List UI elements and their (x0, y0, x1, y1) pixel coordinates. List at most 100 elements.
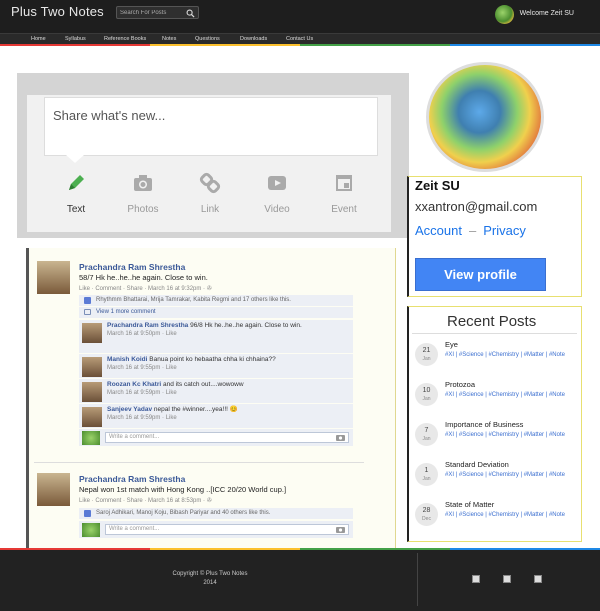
recent-post-tags[interactable]: #XI | #Science | #Chemistry | #Matter | … (445, 351, 573, 359)
share-event-label: Event (331, 204, 357, 215)
share-photos-button[interactable]: Photos (116, 172, 170, 215)
comment-item: Manish Koidi Banua point ko hebaatha chh… (79, 354, 353, 378)
post-month: Jan (422, 476, 431, 482)
write-comment-placeholder: Write a comment... (109, 526, 160, 532)
post-date-badge: 28 Dec (415, 503, 438, 526)
social-icon[interactable] (503, 575, 511, 583)
recent-post-tags[interactable]: #XI | #Science | #Chemistry | #Matter | … (445, 431, 573, 439)
calendar-icon (336, 175, 352, 191)
nav-questions[interactable]: Questions (195, 36, 220, 42)
post-month: Jan (422, 356, 431, 362)
comment-author[interactable]: Manish Koidi (107, 356, 147, 363)
recent-post-tags[interactable]: #XI | #Science | #Chemistry | #Matter | … (445, 471, 573, 479)
recent-post-title[interactable]: Importance of Business (445, 420, 523, 429)
nav-syllabus[interactable]: Syllabus (65, 36, 86, 42)
nav-notes[interactable]: Notes (162, 36, 176, 42)
social-icon[interactable] (472, 575, 480, 583)
profile-photo[interactable] (426, 62, 544, 172)
search-input[interactable] (120, 8, 186, 18)
post-day: 7 (424, 427, 429, 434)
post-likes[interactable]: Saroj Adhikari, Manoj Koju, Bibash Pariy… (79, 508, 353, 519)
post-author-avatar[interactable] (37, 473, 70, 506)
social-icon[interactable] (534, 575, 542, 583)
recent-post-tags[interactable]: #XI | #Science | #Chemistry | #Matter | … (445, 511, 573, 519)
link-icon (199, 172, 221, 194)
comment-item: Prachandra Ram Shrestha 96/8 Hk he..he..… (79, 320, 353, 353)
recent-post-item[interactable]: 21 Jan Eye #XI | #Science | #Chemistry | … (412, 340, 577, 376)
write-comment-row: Write a comment... (79, 429, 353, 446)
search-icon[interactable] (186, 9, 195, 18)
search-box[interactable] (116, 6, 199, 19)
profile-links: Account – Privacy (415, 223, 526, 238)
comment-text: Banua point ko hebaatha chha ki chhaina?… (149, 356, 276, 363)
share-prompt[interactable]: Share what's new... (53, 108, 165, 123)
share-text-label: Text (66, 204, 86, 215)
write-comment-placeholder: Write a comment... (109, 434, 160, 440)
view-more-comments[interactable]: View 1 more comment (79, 307, 353, 318)
recent-posts-title: Recent Posts (447, 313, 537, 330)
write-comment-row: Write a comment... (79, 521, 353, 538)
site-title[interactable]: Plus Two Notes (11, 4, 104, 19)
recent-post-title[interactable]: Eye (445, 340, 458, 349)
comment-avatar[interactable] (82, 323, 102, 343)
recent-post-tags[interactable]: #XI | #Science | #Chemistry | #Matter | … (445, 391, 573, 399)
recent-posts-divider (412, 333, 577, 334)
copyright: Copyright © Plus Two Notes 2014 (160, 570, 260, 588)
comment-meta[interactable]: March 16 at 9:59pm · Like (107, 415, 177, 421)
profile-email: xxantron@gmail.com (415, 199, 538, 214)
recent-post-title[interactable]: Protozoa (445, 380, 475, 389)
post-author-avatar[interactable] (37, 261, 70, 294)
comment-meta[interactable]: March 16 at 9:59pm · Like (107, 390, 177, 396)
recent-post-title[interactable]: State of Matter (445, 500, 494, 509)
copyright-year: 2014 (203, 580, 217, 586)
post-author[interactable]: Prachandra Ram Shrestha (79, 262, 185, 272)
nav-home[interactable]: Home (31, 36, 46, 42)
write-comment-input[interactable]: Write a comment... (105, 432, 349, 443)
top-bar: Plus Two Notes Welcome Zeit SU (0, 0, 600, 33)
camera-icon[interactable] (336, 526, 345, 533)
share-link-button[interactable]: Link (183, 172, 237, 215)
comment-avatar[interactable] (82, 357, 102, 377)
share-video-button[interactable]: Video (250, 172, 304, 215)
post-text: 58/7 Hk he..he..he again. Close to win. (79, 273, 208, 282)
nav-downloads[interactable]: Downloads (240, 36, 267, 42)
share-input[interactable] (44, 97, 378, 156)
share-notch (66, 155, 84, 163)
recent-post-item[interactable]: 1 Jan Standard Deviation #XI | #Science |… (412, 460, 577, 496)
comment-text: 96/8 Hk he..he..he again. Close to win. (190, 322, 302, 329)
comment-author[interactable]: Roozan Kc Khatri (107, 381, 161, 388)
post-likes-text: Saroj Adhikari, Manoj Koju, Bibash Pariy… (96, 510, 271, 516)
comment-item: Sanjeev Yadav nepal the #winner....yea!!… (79, 404, 353, 428)
share-link-label: Link (200, 204, 220, 215)
camera-icon[interactable] (336, 434, 345, 441)
comment-meta[interactable]: March 16 at 9:55pm · Like (107, 365, 177, 371)
view-profile-button[interactable]: View profile (415, 258, 546, 291)
account-link[interactable]: Account (415, 223, 462, 238)
nav-reference-books[interactable]: Reference Books (104, 36, 146, 42)
privacy-link[interactable]: Privacy (483, 223, 526, 238)
thumbs-up-icon (84, 297, 91, 304)
comment-author[interactable]: Prachandra Ram Shrestha (107, 322, 188, 329)
profile-name: Zeit SU (415, 178, 460, 193)
comment-avatar[interactable] (82, 407, 102, 427)
post-month: Jan (422, 436, 431, 442)
post-meta[interactable]: Like · Comment · Share · March 16 at 8:5… (79, 497, 212, 504)
post-divider (34, 462, 364, 463)
comment-avatar[interactable] (82, 382, 102, 402)
share-text-button[interactable]: Text (49, 172, 103, 215)
user-avatar[interactable] (495, 5, 514, 24)
comment-author[interactable]: Sanjeev Yadav (107, 406, 152, 413)
recent-post-item[interactable]: 10 Jan Protozoa #XI | #Science | #Chemist… (412, 380, 577, 416)
comment-meta[interactable]: March 16 at 9:50pm · Like (107, 331, 177, 337)
nav-contact-us[interactable]: Contact Us (286, 36, 313, 42)
post-meta[interactable]: Like · Comment · Share · March 16 at 9:3… (79, 285, 212, 292)
post-likes[interactable]: Rhythmm Bhattarai, Mrija Tamrakar, Kabit… (79, 295, 353, 306)
recent-post-title[interactable]: Standard Deviation (445, 460, 509, 469)
post-author[interactable]: Prachandra Ram Shrestha (79, 474, 185, 484)
write-comment-input[interactable]: Write a comment... (105, 524, 349, 535)
share-event-button[interactable]: Event (317, 172, 371, 215)
recent-post-item[interactable]: 28 Dec State of Matter #XI | #Science | #… (412, 500, 577, 536)
recent-post-item[interactable]: 7 Jan Importance of Business #XI | #Scien… (412, 420, 577, 456)
post-likes-text: Rhythmm Bhattarai, Mrija Tamrakar, Kabit… (96, 297, 291, 303)
welcome-text[interactable]: Welcome Zeit SU (520, 10, 574, 17)
